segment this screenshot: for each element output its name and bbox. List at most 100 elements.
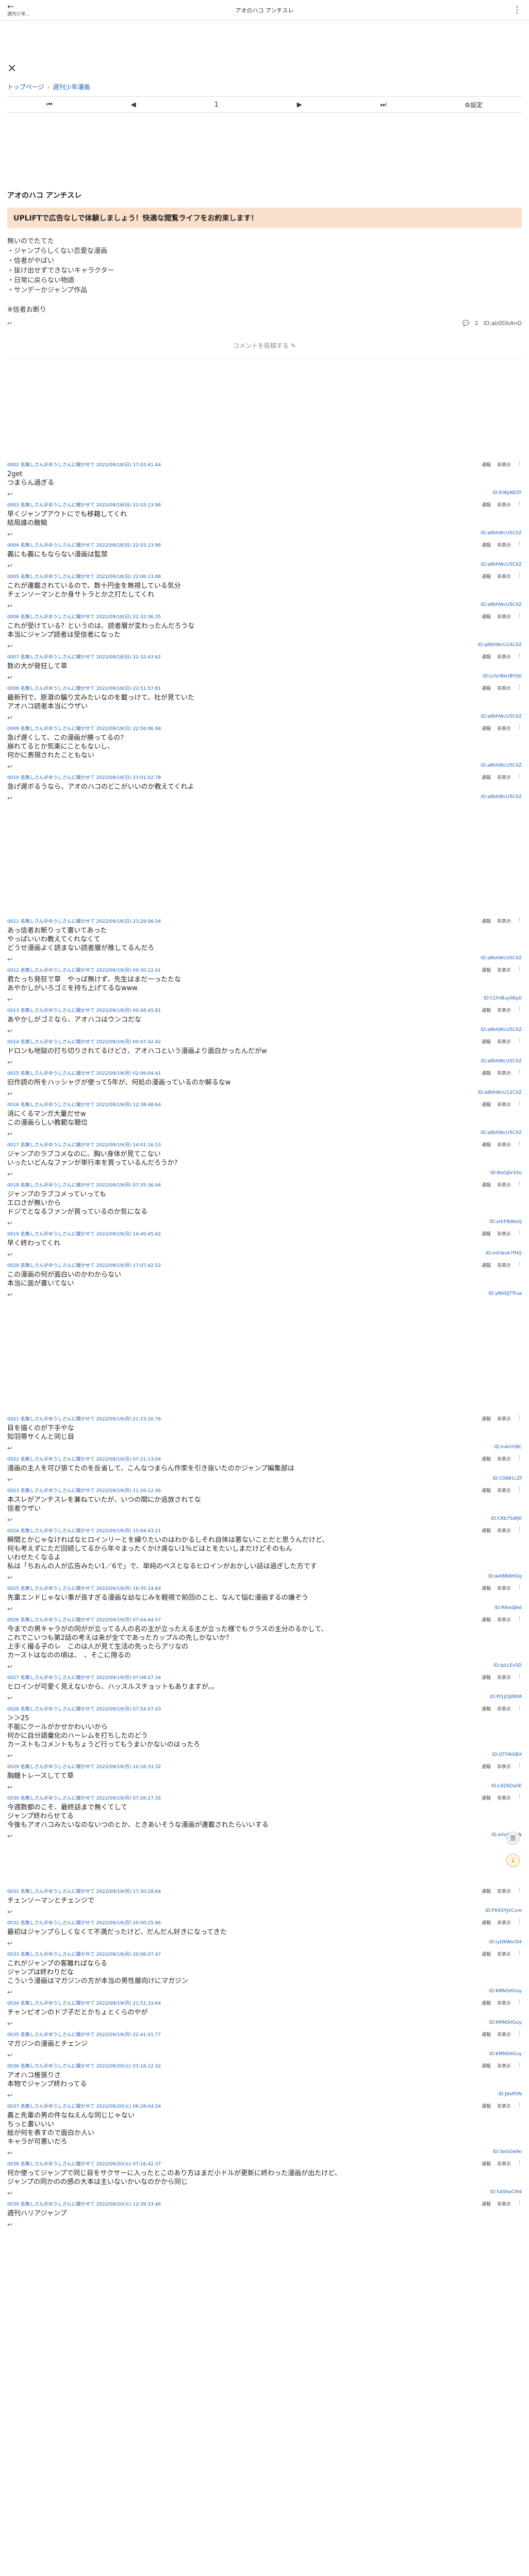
post-number[interactable]: 0014: [7, 1040, 19, 1045]
post-number[interactable]: 0016: [7, 1103, 19, 1108]
post-menu-icon[interactable]: ⋮: [517, 725, 522, 732]
reply-icon[interactable]: ↩: [7, 1908, 12, 1916]
post-id[interactable]: ID:J6eR5N: [499, 2092, 522, 2099]
post-id[interactable]: ID:C06B1cZf: [492, 1476, 522, 1483]
hide-button[interactable]: 非表示: [497, 1999, 511, 2006]
post-id[interactable]: ID:vH/FBIl6oQ: [489, 1219, 522, 1227]
hide-button[interactable]: 非表示: [497, 2062, 511, 2069]
hide-button[interactable]: 非表示: [497, 2160, 511, 2167]
hide-button[interactable]: 非表示: [497, 1141, 511, 1148]
post-menu-icon[interactable]: ⋮: [517, 2062, 522, 2069]
post-id[interactable]: ID:E0fpNEZF: [492, 490, 522, 498]
post-number[interactable]: 0038: [7, 2162, 19, 2167]
post-number[interactable]: 0004: [7, 543, 19, 548]
post-menu-icon[interactable]: ⋮: [517, 1705, 522, 1712]
post-number[interactable]: 0025: [7, 1586, 19, 1591]
hide-button[interactable]: 非表示: [497, 1007, 511, 1013]
post-id[interactable]: ID:yNbDJTTrua: [489, 1291, 522, 1298]
post-menu-icon[interactable]: ⋮: [517, 2200, 522, 2207]
post-id[interactable]: ID:IpLLEx5D: [493, 1663, 522, 1670]
hide-button[interactable]: 非表示: [497, 1527, 511, 1534]
post-id[interactable]: ID:LUVrBkUBYQ0: [483, 674, 522, 681]
post-id[interactable]: ID:a8bhWcU12C0Z: [478, 1090, 522, 1097]
reply-icon[interactable]: ↩: [7, 2190, 12, 2197]
reply-icon[interactable]: ↩: [7, 1476, 12, 1483]
report-button[interactable]: 通報: [482, 541, 491, 548]
breadcrumb-home[interactable]: トップページ: [7, 83, 44, 91]
hide-button[interactable]: 非表示: [497, 1794, 511, 1801]
post-menu-icon[interactable]: ⋮: [517, 1888, 522, 1894]
hide-button[interactable]: 非表示: [497, 1763, 511, 1770]
hide-button[interactable]: 非表示: [497, 1101, 511, 1108]
report-button[interactable]: 通報: [482, 653, 491, 660]
report-button[interactable]: 通報: [482, 1487, 491, 1494]
post-menu-icon[interactable]: ⋮: [517, 1455, 522, 1462]
post-id[interactable]: ID:KMNSHGuy: [489, 1989, 522, 1996]
hide-button[interactable]: 非表示: [497, 1181, 511, 1188]
post-number[interactable]: 0008: [7, 686, 19, 691]
reply-icon[interactable]: ↩: [7, 1130, 12, 1138]
post-comment-button[interactable]: コメントを投稿する ✎: [182, 341, 347, 350]
reply-icon[interactable]: ↩: [7, 1940, 12, 1947]
post-menu-icon[interactable]: ⋮: [517, 1951, 522, 1957]
hide-button[interactable]: 非表示: [497, 2031, 511, 2038]
hide-button[interactable]: 非表示: [497, 1705, 511, 1712]
reply-icon[interactable]: ↩: [7, 1219, 12, 1227]
post-id[interactable]: ID:a8bhWcU5C0Z: [481, 956, 522, 963]
reply-icon[interactable]: ↩: [7, 714, 12, 721]
reply-icon[interactable]: ↩: [7, 531, 12, 538]
reply-icon[interactable]: ↩: [7, 1833, 12, 1840]
report-button[interactable]: 通報: [482, 461, 491, 468]
post-number[interactable]: 0018: [7, 1183, 19, 1188]
post-number[interactable]: 0009: [7, 726, 19, 732]
post-menu-icon[interactable]: ⋮: [517, 967, 522, 973]
post-number[interactable]: 0031: [7, 1889, 19, 1894]
report-button[interactable]: 通報: [482, 1455, 491, 1462]
reply-icon[interactable]: ↩: [7, 1694, 12, 1702]
hide-button[interactable]: 非表示: [497, 1951, 511, 1957]
post-number[interactable]: 0032: [7, 1921, 19, 1926]
post-id[interactable]: ID:wA8BW6Qq: [488, 1574, 522, 1581]
reply-icon[interactable]: ↩: [7, 1027, 12, 1035]
post-menu-icon[interactable]: ⋮: [517, 1262, 522, 1268]
post-number[interactable]: 0023: [7, 1488, 19, 1494]
post-number[interactable]: 0028: [7, 1707, 19, 1712]
post-menu-icon[interactable]: ⋮: [517, 1038, 522, 1045]
post-menu-icon[interactable]: ⋮: [517, 541, 522, 548]
post-menu-icon[interactable]: ⋮: [517, 1487, 522, 1494]
post-number[interactable]: 0011: [7, 919, 19, 924]
report-button[interactable]: 通報: [482, 2160, 491, 2167]
report-button[interactable]: 通報: [482, 573, 491, 580]
report-button[interactable]: 通報: [482, 1919, 491, 1926]
post-menu-icon[interactable]: ⋮: [517, 1585, 522, 1591]
report-button[interactable]: 通報: [482, 967, 491, 973]
report-button[interactable]: 通報: [482, 1101, 491, 1108]
report-button[interactable]: 通報: [482, 1951, 491, 1957]
post-id[interactable]: ID:L8Z6DaSE: [491, 1784, 522, 1791]
hide-button[interactable]: 非表示: [497, 685, 511, 691]
hide-button[interactable]: 非表示: [497, 1487, 511, 1494]
post-id[interactable]: ID:ln4nYtBC: [494, 1445, 522, 1452]
back-button[interactable]: ← 週刊少年...: [7, 3, 69, 18]
post-menu-icon[interactable]: ⋮: [517, 1101, 522, 1108]
last-page-button[interactable]: ⏭: [381, 101, 387, 109]
report-button[interactable]: 通報: [482, 1070, 491, 1076]
post-number[interactable]: 0006: [7, 615, 19, 620]
report-button[interactable]: 通報: [482, 1616, 491, 1623]
hide-button[interactable]: 非表示: [497, 918, 511, 924]
post-id[interactable]: ID:a8bhWcU5C0Z: [481, 531, 522, 538]
post-number[interactable]: 0039: [7, 2202, 19, 2207]
post-menu-icon[interactable]: ⋮: [517, 1007, 522, 1013]
hide-button[interactable]: 非表示: [497, 774, 511, 781]
hide-button[interactable]: 非表示: [497, 1919, 511, 1926]
settings-button[interactable]: ⚙設定: [465, 100, 483, 109]
breadcrumb-board[interactable]: 週刊少年漫画: [53, 83, 90, 91]
post-id[interactable]: ID:mhYavk7fHQ: [486, 1251, 522, 1258]
report-button[interactable]: 通報: [482, 1038, 491, 1045]
post-number[interactable]: 0010: [7, 775, 19, 781]
more-menu-icon[interactable]: ⋮: [460, 5, 522, 15]
report-button[interactable]: 通報: [482, 1794, 491, 1801]
report-button[interactable]: 通報: [482, 1262, 491, 1268]
first-page-button[interactable]: ⏮: [46, 101, 53, 109]
scroll-down-icon[interactable]: ↓: [506, 1854, 520, 1867]
